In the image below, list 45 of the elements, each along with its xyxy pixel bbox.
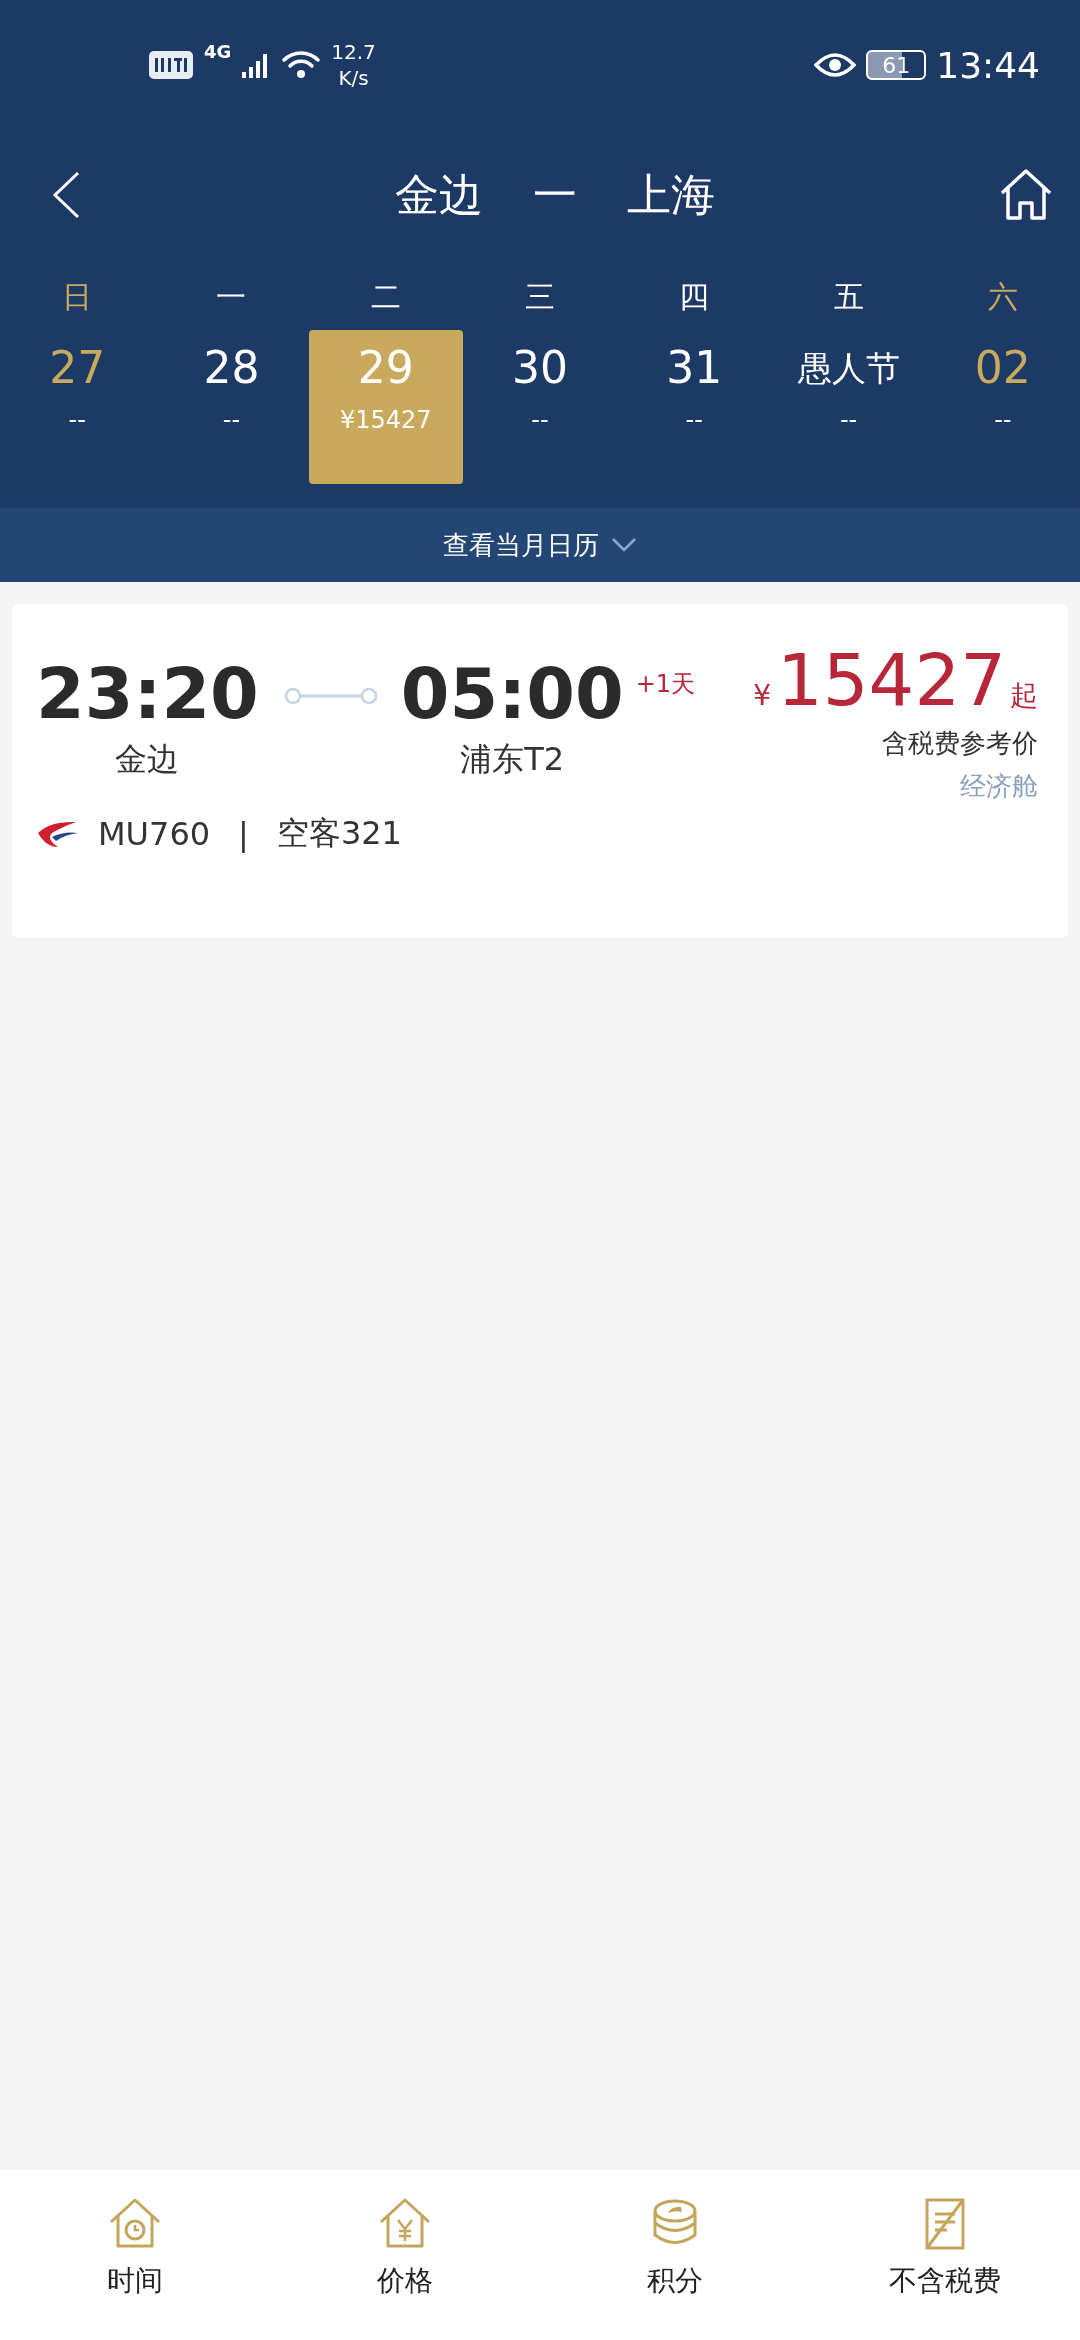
weekday-label: 二 (370, 278, 401, 316)
weekday-label: 一 (216, 278, 247, 316)
aircraft-type: 空客321 (276, 813, 402, 854)
date-cell[interactable]: 27 -- (0, 330, 155, 484)
tab-button[interactable]: 不含税费 (810, 2196, 1080, 2340)
departure-airport: 金边 (115, 739, 180, 780)
flight-number: MU760 (98, 815, 211, 853)
speed-unit: K/s (338, 65, 369, 91)
flight-card[interactable]: 23:20 金边 05:00 浦东T2 +1天 ¥15427 起 含税费参考价 经济舱 MU760 | 空客321 (12, 604, 1068, 938)
next-day-label: +1天 (635, 669, 696, 700)
tab-button[interactable]: 价格 (270, 2196, 540, 2340)
info-divider: | (238, 815, 249, 853)
price-suffix: 起 (1010, 678, 1038, 714)
date-cell[interactable]: 30 -- (463, 330, 617, 484)
weekday-label: 三 (525, 278, 555, 316)
network-type: 4G (204, 41, 232, 62)
date-cell[interactable]: 28 -- (154, 330, 309, 484)
departure-time: 23:20 (36, 654, 259, 734)
date-cell[interactable]: 02 -- (925, 330, 1080, 484)
date-cell[interactable]: 31 -- (617, 330, 772, 484)
destination-city: 上海 (627, 167, 715, 222)
price-note: 含税费参考价 (882, 727, 1038, 760)
origin-city: 金边 (395, 167, 483, 222)
speed-value: 12.7 (331, 39, 376, 65)
clock-time: 13:44 (936, 44, 1040, 86)
route-line-icon (284, 686, 377, 706)
tab-button[interactable]: 积分 (540, 2196, 810, 2340)
weekday-label: 五 (833, 278, 864, 316)
weekday-label: 四 (679, 278, 710, 316)
month-calendar-link[interactable]: 查看当月日历 (437, 526, 643, 564)
tab-button[interactable]: 时间 (0, 2196, 270, 2340)
arrival-time: 05:00 (400, 654, 624, 734)
home-button[interactable] (998, 167, 1054, 223)
chevron-down-icon (611, 537, 637, 553)
date-cell[interactable]: 愚人节 -- (771, 330, 926, 484)
route-separator: 一 (533, 167, 577, 222)
eye-icon (814, 51, 857, 79)
cabin-class: 经济舱 (960, 770, 1038, 803)
back-button[interactable] (50, 170, 82, 220)
fare-price: 15427 (776, 638, 1006, 722)
wifi-icon (281, 49, 322, 81)
weekday-label: 六 (987, 278, 1018, 316)
arrival-airport: 浦东T2 (460, 739, 565, 780)
currency-symbol: ¥ (753, 679, 771, 712)
weekday-label: 日 (62, 278, 93, 316)
